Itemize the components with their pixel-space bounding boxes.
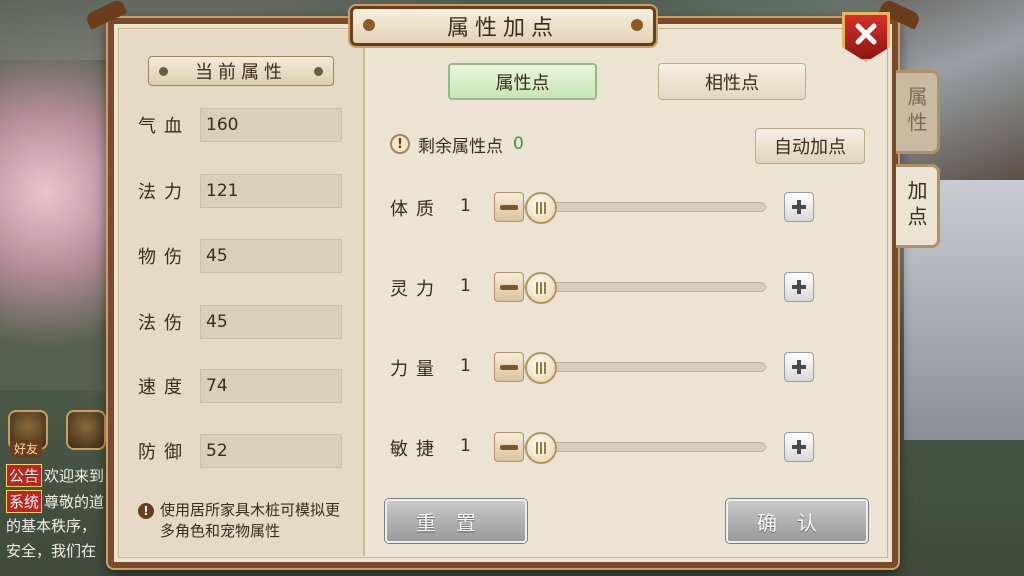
slider-knob[interactable] (525, 432, 557, 464)
window-title-text: 属性加点 (446, 16, 559, 41)
remaining-points-row: ! 剩余属性点 0 (390, 132, 524, 157)
chat-bubble-icon[interactable] (66, 410, 106, 450)
minus-icon (500, 284, 518, 290)
stat-value: 74 (200, 369, 342, 403)
stat-label: 法伤 (138, 313, 190, 334)
slider-label: 灵力 (390, 279, 442, 300)
slider-label: 敏捷 (390, 439, 442, 460)
slider-track[interactable] (524, 272, 766, 304)
warning-icon: ! (390, 134, 410, 154)
stat-row-mana: 法力 121 (138, 174, 342, 208)
hint-text-box: ! 使用居所家具木桩可模拟更多角色和宠物属性 (138, 500, 348, 542)
background-blossom-tree (0, 60, 115, 390)
header-stud (314, 67, 323, 76)
minus-button[interactable] (494, 432, 524, 462)
slider-row-spirit: 灵力 1 (390, 269, 820, 305)
stat-value: 52 (200, 434, 342, 468)
stat-value: 121 (200, 174, 342, 208)
reset-button[interactable]: 重置 (385, 499, 527, 543)
header-stud (159, 67, 168, 76)
affinity-points-button[interactable]: 相性点 (658, 63, 806, 100)
plus-icon (792, 360, 806, 374)
minus-button[interactable] (494, 192, 524, 222)
plus-button[interactable] (784, 352, 814, 382)
auto-add-points-button[interactable]: 自动加点 (755, 128, 865, 164)
chat-line: 安全，我们在 (6, 542, 97, 560)
slider-track[interactable] (524, 192, 766, 224)
attribute-points-button[interactable]: 属性点 (448, 63, 597, 100)
close-icon (855, 23, 877, 45)
plus-button[interactable] (784, 272, 814, 302)
minus-icon (500, 364, 518, 370)
window-title: 属性加点 (350, 6, 656, 46)
slider-knob[interactable] (525, 192, 557, 224)
info-icon: ! (138, 503, 154, 519)
title-plaque-cap (363, 19, 375, 31)
slider-track[interactable] (524, 432, 766, 464)
minus-icon (500, 204, 518, 210)
slider-value: 1 (460, 436, 471, 456)
current-attributes-header: 当前属性 (148, 56, 334, 86)
slider-value: 1 (460, 196, 471, 216)
remaining-points-value: 0 (513, 134, 524, 154)
plus-icon (792, 440, 806, 454)
slider-knob[interactable] (525, 352, 557, 384)
slider-track[interactable] (524, 352, 766, 384)
current-attributes-title: 当前属性 (195, 62, 287, 83)
chat-line: 公告 欢迎来到 (6, 464, 104, 487)
stat-row-physical-damage: 物伤 45 (138, 239, 342, 273)
slider-label: 力量 (390, 359, 442, 380)
chat-line: 的基本秩序， (6, 517, 97, 535)
slider-row-agility: 敏捷 1 (390, 429, 820, 465)
slider-label: 体质 (390, 199, 442, 220)
friends-label: 好友 (10, 440, 43, 457)
plus-button[interactable] (784, 192, 814, 222)
minus-icon (500, 444, 518, 450)
stat-label: 法力 (138, 182, 190, 203)
title-plaque-cap (631, 19, 643, 31)
slider-row-constitution: 体质 1 (390, 189, 820, 225)
tab-add-points[interactable]: 加点 (896, 164, 940, 248)
stat-row-magic-damage: 法伤 45 (138, 305, 342, 339)
plus-button[interactable] (784, 432, 814, 462)
stat-row-speed: 速度 74 (138, 369, 342, 403)
minus-button[interactable] (494, 272, 524, 302)
stat-label: 气血 (138, 116, 190, 137)
confirm-button[interactable]: 确认 (726, 499, 868, 543)
chat-line: 系统 尊敬的道 (6, 490, 104, 513)
tab-attributes[interactable]: 属性 (896, 70, 940, 154)
slider-knob[interactable] (525, 272, 557, 304)
stat-label: 速度 (138, 377, 190, 398)
remaining-points-label: 剩余属性点 (418, 136, 503, 157)
slider-row-strength: 力量 1 (390, 349, 820, 385)
slider-value: 1 (460, 276, 471, 296)
stat-value: 45 (200, 305, 342, 339)
stat-label: 防御 (138, 442, 190, 463)
stat-row-defense: 防御 52 (138, 434, 342, 468)
minus-button[interactable] (494, 352, 524, 382)
stat-label: 物伤 (138, 247, 190, 268)
hint-text: 使用居所家具木桩可模拟更多角色和宠物属性 (160, 501, 341, 540)
plus-icon (792, 200, 806, 214)
plus-icon (792, 280, 806, 294)
stat-row-hp: 气血 160 (138, 108, 342, 142)
stat-value: 160 (200, 108, 342, 142)
stat-value: 45 (200, 239, 342, 273)
slider-value: 1 (460, 356, 471, 376)
